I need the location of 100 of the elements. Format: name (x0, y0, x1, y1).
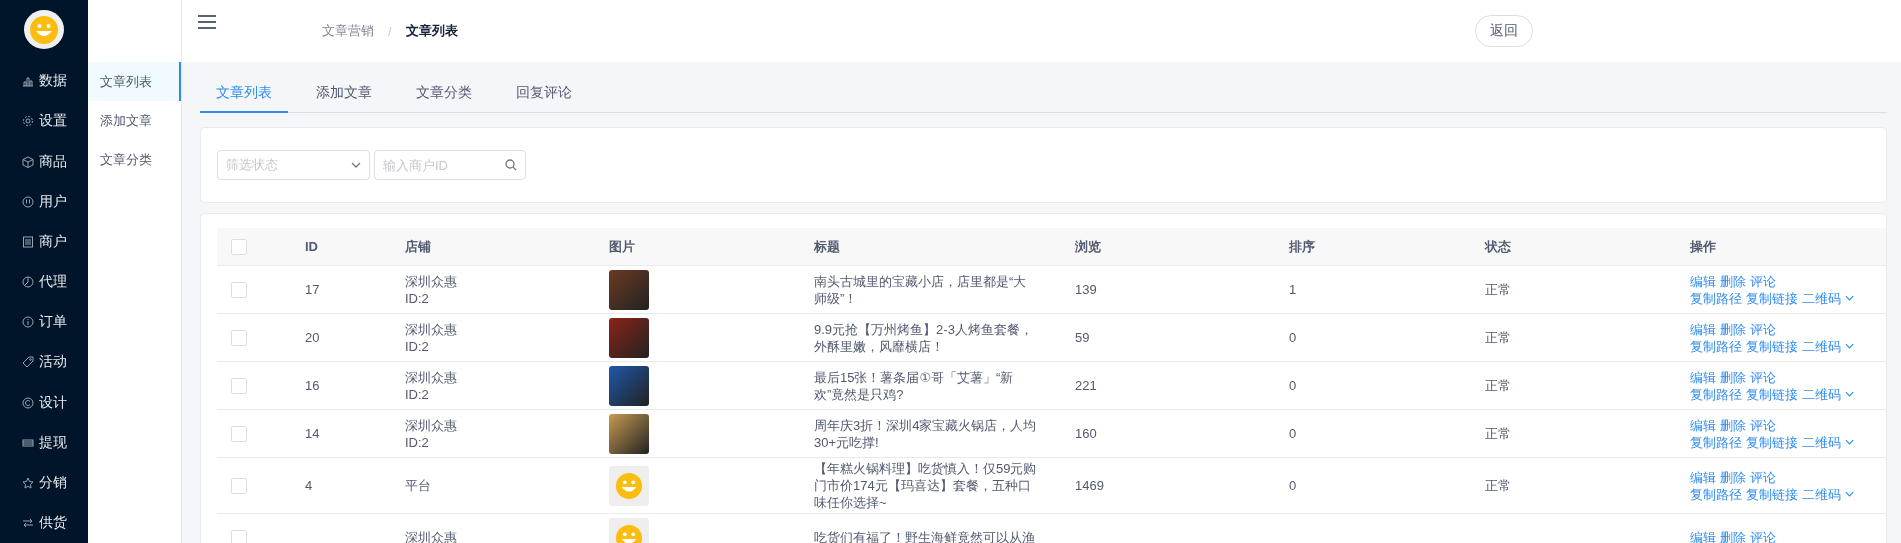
table-cell: 17 (305, 282, 320, 297)
action-link[interactable]: 复制链接 (1746, 385, 1798, 403)
sidebar-item[interactable]: 设置 (0, 101, 88, 142)
row-checkbox[interactable] (231, 477, 247, 494)
sidebar-item[interactable]: 订单 (0, 302, 88, 343)
tab[interactable]: 文章列表 (200, 84, 288, 113)
column-header: 标题 (814, 237, 841, 256)
action-link[interactable]: 复制链接 (1746, 337, 1798, 355)
column-header: 店铺 (405, 237, 432, 256)
table-cell: 139 (1075, 282, 1097, 297)
action-link[interactable]: 评论 (1750, 468, 1776, 486)
store-name: 平台 (405, 477, 432, 494)
table-cell: 0 (1289, 330, 1297, 345)
chevron-down-icon[interactable] (1845, 439, 1854, 445)
table-cell: 20 (305, 330, 320, 345)
chevron-down-icon[interactable] (1845, 343, 1854, 349)
photo-placeholder (609, 413, 649, 454)
store-id: ID:2 (405, 337, 430, 355)
action-link[interactable]: 编辑 (1690, 320, 1716, 338)
action-link[interactable]: 删除 (1720, 416, 1746, 434)
select-all-checkbox[interactable] (231, 238, 247, 255)
action-link[interactable]: 编辑 (1690, 529, 1716, 543)
store-name: 深圳众惠 (405, 529, 458, 543)
article-title: 9.9元抢【万州烤鱼】2-3人烤鱼套餐，外酥里嫩，风靡横店！ (814, 320, 1034, 355)
action-link[interactable]: 编辑 (1690, 416, 1716, 434)
chevron-down-icon[interactable] (1845, 295, 1854, 301)
sidebar-item[interactable]: 用户 (0, 181, 88, 222)
status-text: 正常 (1485, 425, 1511, 441)
article-title: 周年庆3折！深圳4家宝藏火锅店，人均30+元吃撑! (814, 416, 1038, 451)
store-name: 深圳众惠 (405, 272, 458, 290)
action-link[interactable]: 删除 (1720, 320, 1746, 338)
action-link[interactable]: 复制路径 (1690, 337, 1742, 355)
action-link[interactable]: 复制路径 (1690, 289, 1742, 307)
table-cell: 1 (1289, 282, 1297, 297)
action-link[interactable]: 复制路径 (1690, 485, 1742, 503)
action-link[interactable]: 二维码 (1802, 485, 1841, 503)
tab[interactable]: 文章分类 (400, 84, 488, 112)
article-title: 南头古城里的宝藏小店，店里都是“大师级”！ (814, 272, 1028, 307)
breadcrumb-separator: / (388, 23, 392, 39)
photo-placeholder (609, 317, 649, 358)
action-link[interactable]: 编辑 (1690, 468, 1716, 486)
action-link[interactable]: 删除 (1720, 529, 1746, 543)
action-link[interactable]: 编辑 (1690, 272, 1716, 290)
table-cell: 221 (1075, 378, 1097, 393)
row-checkbox[interactable] (231, 329, 247, 346)
chevron-down-icon[interactable] (1845, 391, 1854, 397)
chevron-down-icon[interactable] (1845, 491, 1854, 497)
row-checkbox[interactable] (231, 425, 247, 442)
tab[interactable]: 添加文章 (300, 84, 388, 112)
column-header: 状态 (1485, 237, 1512, 256)
column-header: ID (305, 239, 319, 254)
action-link[interactable]: 复制路径 (1690, 433, 1742, 451)
column-header: 操作 (1690, 237, 1717, 256)
sidebar-item[interactable]: 活动 (0, 342, 88, 383)
column-header: 浏览 (1075, 237, 1102, 256)
row-checkbox[interactable] (231, 529, 247, 543)
sidebar-item[interactable]: 供货 (0, 502, 88, 543)
action-link[interactable]: 删除 (1720, 368, 1746, 386)
submenu-item[interactable]: 添加文章 (88, 101, 181, 140)
status-text: 正常 (1485, 281, 1511, 297)
action-link[interactable]: 编辑 (1690, 368, 1716, 386)
submenu-item[interactable]: 文章列表 (88, 62, 181, 101)
sidebar-item[interactable]: 分销 (0, 462, 88, 503)
action-link[interactable]: 复制链接 (1746, 289, 1798, 307)
sidebar-item[interactable]: 商户 (0, 221, 88, 262)
store-name: 深圳众惠 (405, 368, 458, 386)
action-link[interactable]: 复制路径 (1690, 385, 1742, 403)
action-link[interactable]: 评论 (1750, 368, 1776, 386)
tab[interactable]: 回复评论 (500, 84, 588, 112)
submenu-item[interactable]: 文章分类 (88, 140, 181, 179)
store-name: 深圳众惠 (405, 320, 458, 338)
row-checkbox[interactable] (231, 281, 247, 298)
action-link[interactable]: 二维码 (1802, 385, 1841, 403)
row-checkbox[interactable] (231, 377, 247, 394)
action-link[interactable]: 评论 (1750, 272, 1776, 290)
action-link[interactable]: 二维码 (1802, 289, 1841, 307)
action-link[interactable]: 评论 (1750, 416, 1776, 434)
sidebar-item[interactable]: 提现 (0, 422, 88, 463)
sidebar-item[interactable]: 代理 (0, 261, 88, 303)
article-title: 【年糕火锅料理】吃货慎入！仅59元购门市价174元【玛喜达】套餐，五种口味任你选择~ (814, 460, 1038, 511)
action-link[interactable]: 二维码 (1802, 337, 1841, 355)
chevron-down-icon (351, 162, 361, 168)
status-text: 正常 (1485, 329, 1511, 345)
action-link[interactable]: 评论 (1750, 529, 1776, 543)
store-id: ID:2 (405, 433, 430, 451)
table-cell: 0 (1289, 378, 1297, 393)
action-link[interactable]: 评论 (1750, 320, 1776, 338)
action-link[interactable]: 复制链接 (1746, 485, 1798, 503)
action-link[interactable]: 复制链接 (1746, 433, 1798, 451)
logo-icon (24, 10, 64, 50)
action-link[interactable]: 二维码 (1802, 433, 1841, 451)
sidebar-item[interactable]: 数据 (0, 61, 88, 102)
breadcrumb-item: 文章列表 (405, 22, 458, 40)
sidebar-item[interactable]: 设计 (0, 382, 88, 423)
column-header: 图片 (609, 237, 636, 256)
sidebar-item[interactable]: 商品 (0, 141, 88, 182)
back-button[interactable]: 返回 (1475, 15, 1533, 47)
action-link[interactable]: 删除 (1720, 272, 1746, 290)
breadcrumb-item[interactable]: 文章营销 (322, 22, 374, 40)
action-link[interactable]: 删除 (1720, 468, 1746, 486)
